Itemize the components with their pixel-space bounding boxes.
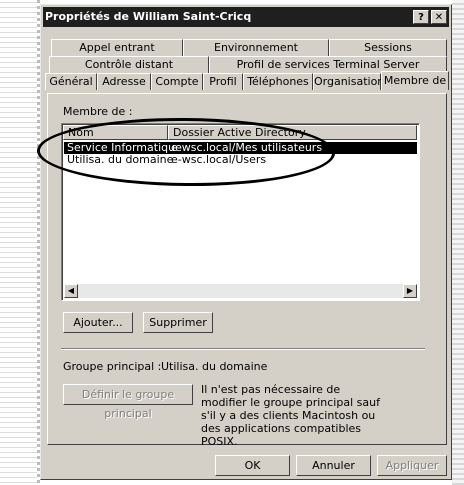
apply-button[interactable]: Appliquer <box>377 455 447 476</box>
tab-telephones[interactable]: Téléphones <box>243 73 313 90</box>
separator <box>61 348 425 350</box>
window-title: Propriétés de William Saint-Cricq <box>45 10 252 23</box>
set-primary-group-button[interactable]: Définir le groupe principal <box>63 384 193 420</box>
tab-profil[interactable]: Profil <box>203 73 243 90</box>
primary-group-label: Groupe principal : <box>63 360 162 373</box>
properties-dialog: Propriétés de William Saint-Cricq ? ✕ Ap… <box>36 4 452 480</box>
tab-sessions[interactable]: Sessions <box>329 39 447 56</box>
close-button[interactable]: ✕ <box>431 10 447 24</box>
torn-paper-edge <box>0 0 40 485</box>
add-button[interactable]: Ajouter... <box>63 312 133 333</box>
help-button[interactable]: ? <box>413 10 429 24</box>
tab-controle-distant[interactable]: Contrôle distant <box>49 56 209 73</box>
ok-button[interactable]: OK <box>215 455 290 476</box>
tab-organisation[interactable]: Organisation <box>313 73 384 90</box>
tab-adresse[interactable]: Adresse <box>97 73 151 90</box>
remove-button[interactable]: Supprimer <box>143 312 213 333</box>
scroll-left-arrow-icon[interactable]: ◀ <box>64 284 78 298</box>
tab-compte[interactable]: Compte <box>151 73 203 90</box>
horizontal-scrollbar[interactable]: ◀ ▶ <box>64 284 417 298</box>
tab-general[interactable]: Général <box>45 73 97 90</box>
tab-environnement[interactable]: Environnement <box>183 39 329 56</box>
scroll-right-arrow-icon[interactable]: ▶ <box>403 284 417 298</box>
primary-group-note: Il n'est pas nécessaire de modifier le g… <box>201 383 380 448</box>
tab-appel-entrant[interactable]: Appel entrant <box>51 39 183 56</box>
primary-group-value: Utilisa. du domaine <box>161 360 268 373</box>
title-bar: Propriétés de William Saint-Cricq ? ✕ <box>43 7 449 27</box>
cancel-button[interactable]: Annuler <box>296 455 371 476</box>
member-of-label: Membre de : <box>63 105 133 118</box>
background-strip <box>452 0 464 485</box>
tab-membre-de[interactable]: Membre de <box>381 71 449 90</box>
